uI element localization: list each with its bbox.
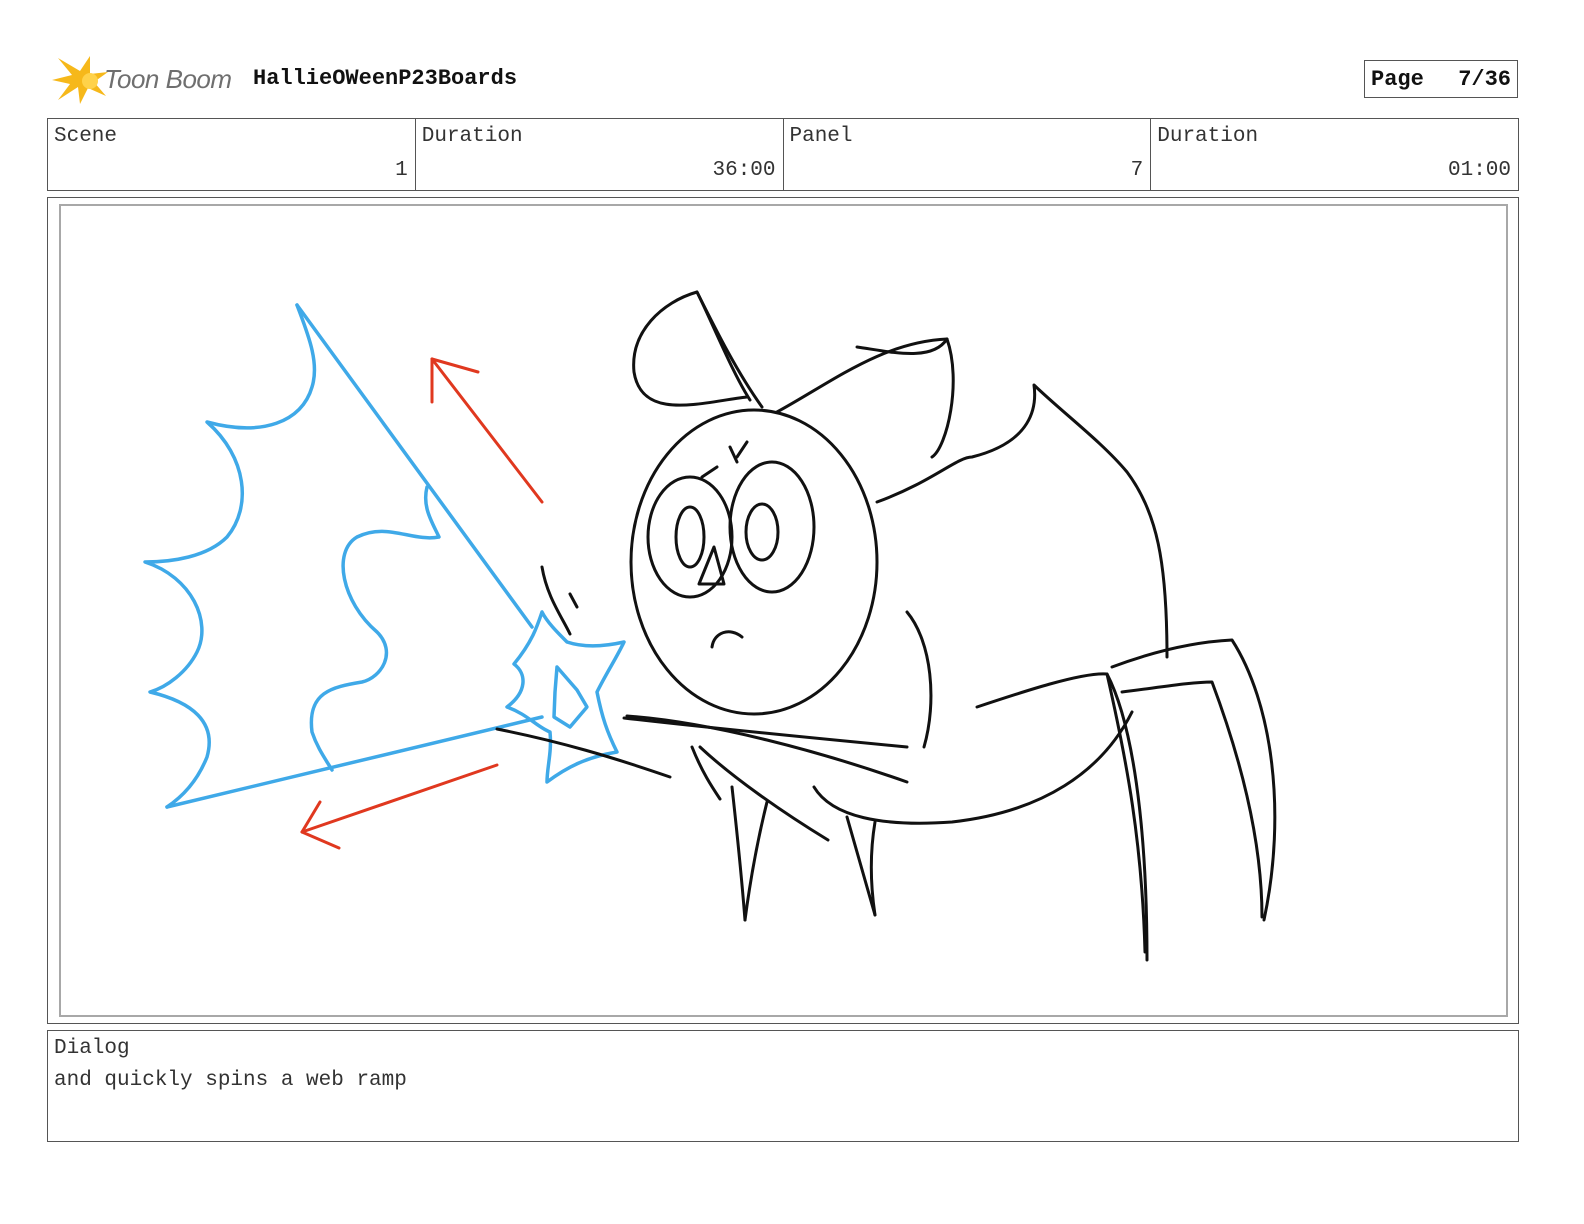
logo-text: Toon Boom bbox=[104, 64, 232, 94]
storyboard-sketch bbox=[143, 290, 1277, 962]
panel-info-row: Scene 1 Duration 36:00 Panel 7 Duration … bbox=[47, 118, 1519, 191]
page-number: 7/36 bbox=[1458, 66, 1511, 92]
panel-duration-cell: Duration 01:00 bbox=[1151, 119, 1518, 190]
page-indicator: Page 7/36 bbox=[1364, 60, 1518, 98]
star-burst-icon bbox=[52, 56, 108, 104]
scene-duration-value: 36:00 bbox=[712, 159, 776, 182]
scene-duration-label: Duration bbox=[421, 125, 523, 148]
panel-image bbox=[59, 204, 1508, 1017]
panel-duration-value: 01:00 bbox=[1447, 159, 1511, 182]
panel-cell: Panel 7 bbox=[784, 119, 1152, 190]
scene-value: 1 bbox=[395, 159, 408, 182]
dialog-label: Dialog bbox=[54, 1037, 130, 1060]
spider-character-drawing bbox=[495, 290, 1277, 962]
project-title: HallieOWeenP23Boards bbox=[253, 66, 518, 91]
dialog-box: Dialog and quickly spins a web ramp bbox=[47, 1030, 1519, 1142]
panel-duration-label: Duration bbox=[1157, 125, 1259, 148]
web-burst-drawing bbox=[143, 303, 626, 809]
scene-cell: Scene 1 bbox=[48, 119, 416, 190]
scene-duration-cell: Duration 36:00 bbox=[416, 119, 784, 190]
panel-value: 7 bbox=[1130, 159, 1144, 182]
dialog-text: and quickly spins a web ramp bbox=[54, 1069, 407, 1092]
page-label: Page bbox=[1371, 66, 1424, 92]
panel-label: Panel bbox=[789, 125, 853, 148]
scene-label: Scene bbox=[54, 125, 118, 148]
motion-arrows bbox=[300, 357, 544, 850]
